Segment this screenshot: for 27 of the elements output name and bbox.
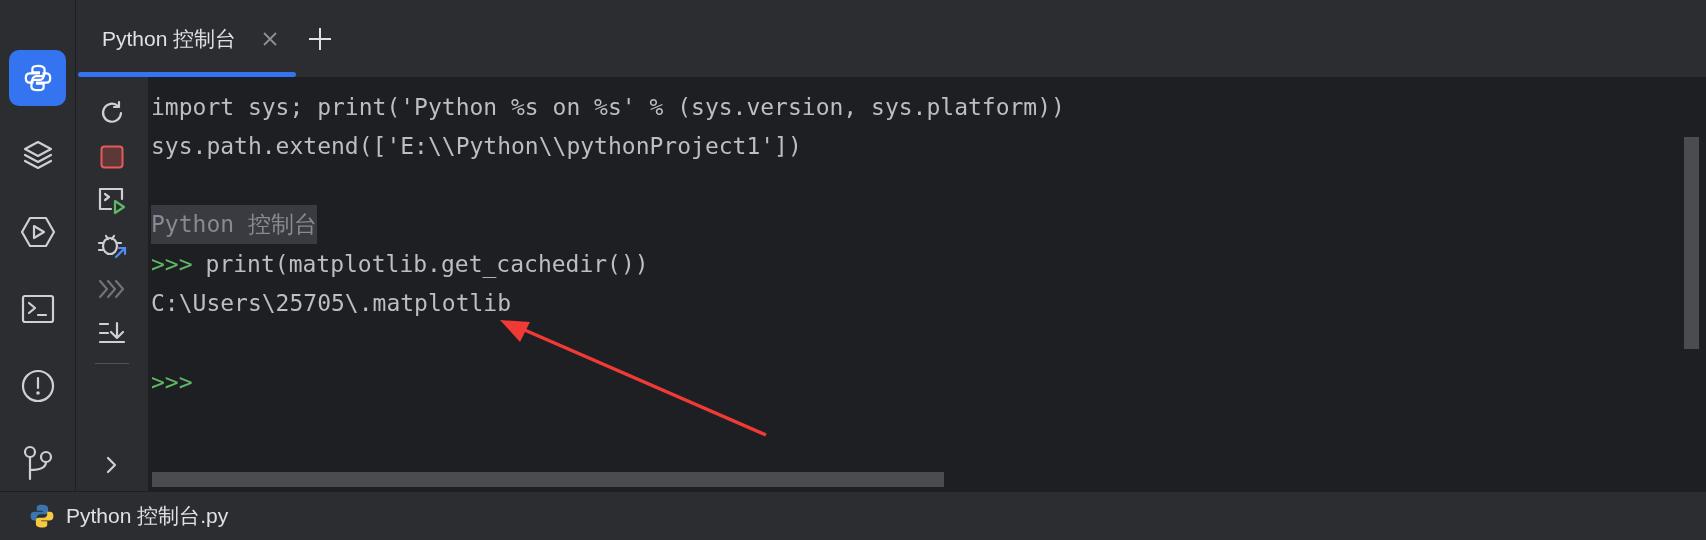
chevrons-icon bbox=[97, 278, 127, 300]
terminal-icon bbox=[20, 294, 55, 324]
file-name: Python 控制台.py bbox=[66, 503, 229, 529]
branch-icon bbox=[21, 445, 54, 481]
warning-icon bbox=[20, 369, 55, 403]
prompt-marker: >>> bbox=[151, 368, 193, 395]
python-icon bbox=[28, 502, 56, 530]
tool-window-button[interactable] bbox=[9, 50, 66, 106]
python-icon bbox=[22, 63, 53, 93]
console-run-icon bbox=[97, 187, 127, 215]
console-tab[interactable]: Python 控制台 bbox=[78, 0, 297, 77]
refresh-icon bbox=[99, 100, 125, 126]
stop-icon bbox=[100, 145, 124, 169]
chevron-right-icon bbox=[106, 456, 118, 474]
code-line: sys.path.extend(['E:\\Python\\pythonProject1']) bbox=[151, 132, 802, 159]
code-line: print(matplotlib.get_cachedir()) bbox=[205, 250, 649, 277]
plus-icon[interactable] bbox=[308, 26, 333, 51]
prompt-marker: >>> bbox=[151, 250, 193, 277]
scroll-to-end-icon bbox=[98, 321, 126, 345]
hexagon-play-icon bbox=[19, 215, 56, 249]
console-header: Python 控制台 bbox=[151, 205, 317, 245]
close-icon[interactable] bbox=[262, 30, 279, 47]
vertical-scrollbar[interactable] bbox=[1684, 137, 1699, 349]
code-line: import sys; print('Python %s on %s' % (sys.version, sys.platform)) bbox=[151, 93, 1065, 120]
toolbar-button[interactable] bbox=[96, 185, 128, 217]
output-line: C:\Users\25705\.matplotlib bbox=[151, 290, 512, 317]
horizontal-scrollbar[interactable] bbox=[152, 472, 944, 487]
